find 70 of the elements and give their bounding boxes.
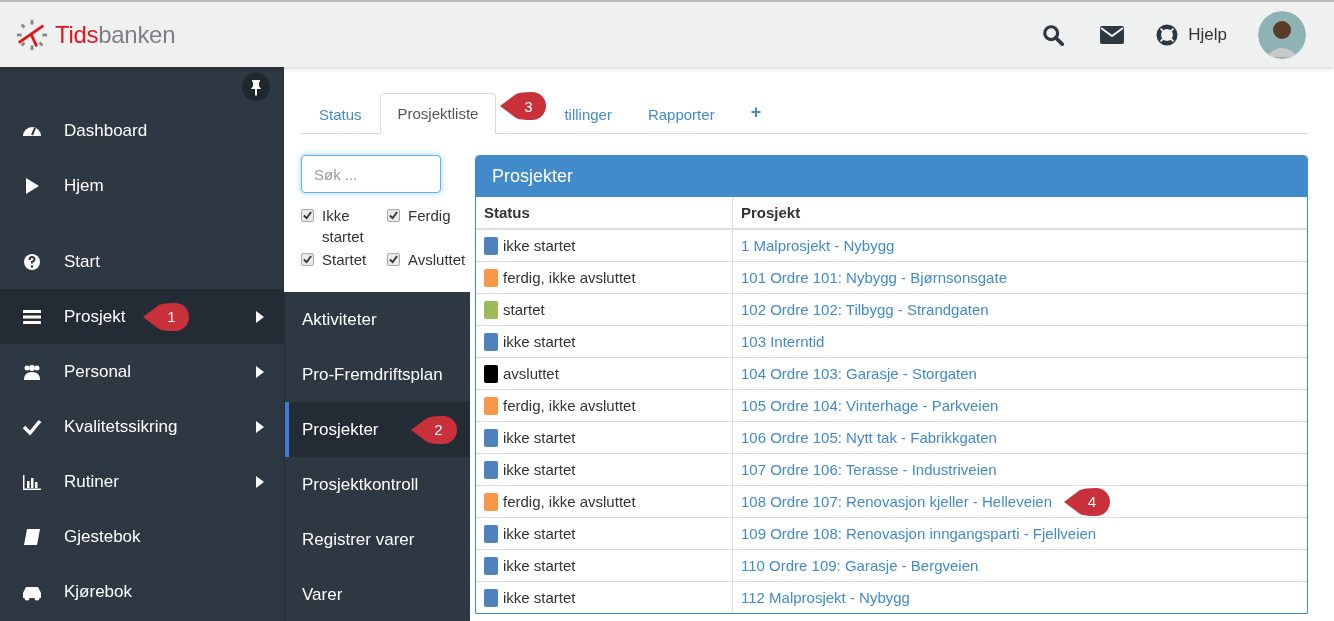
checkbox-label: Ferdig	[408, 206, 451, 226]
project-link[interactable]: 110 Ordre 109: Garasje - Bergveien	[741, 557, 979, 574]
callout-badge: 4	[1064, 487, 1110, 516]
status-text: ikke startet	[503, 461, 576, 478]
lifebuoy-icon	[1156, 23, 1179, 46]
submenu-item[interactable]: Aktiviteter	[285, 292, 470, 347]
status-text: ikke startet	[503, 429, 576, 446]
column-header: Prosjekt	[732, 197, 1307, 229]
tab[interactable]: Rapporter	[629, 94, 733, 134]
project-link[interactable]: 102 Ordre 102: Tilbygg - Strandgaten	[741, 301, 989, 318]
nav-item[interactable]: Kjørebok	[0, 564, 284, 619]
nav-item[interactable]: Personal	[0, 344, 284, 399]
status-text: ikke startet	[503, 589, 576, 606]
project-link[interactable]: 106 Ordre 105: Nytt tak - Fabrikkgaten	[741, 429, 997, 446]
pin-icon[interactable]	[242, 73, 270, 101]
nav-item[interactable]: Start	[0, 234, 284, 289]
nav-item[interactable]: Prosjekt 1	[0, 289, 284, 344]
nav-item[interactable]: Kvalitetssikring	[0, 399, 284, 454]
tab[interactable]: +	[732, 93, 780, 134]
project-link[interactable]: 105 Ordre 104: Vinterhage - Parkveien	[741, 397, 999, 414]
project-link[interactable]: 107 Ordre 106: Terasse - Industriveien	[741, 461, 997, 478]
callout-badge: 2	[410, 415, 457, 444]
callout-badge: 1	[143, 302, 190, 331]
status-text: ferdig, ikke avsluttet	[503, 493, 636, 510]
panel-title: Prosjekter	[476, 156, 1307, 197]
status-text: ferdig, ikke avsluttet	[503, 269, 636, 286]
callout-badge: 3	[500, 92, 547, 120]
checkbox-label: Ikke startet	[322, 206, 365, 247]
submenu-item[interactable]: Varer	[285, 567, 470, 621]
status-text: ikke startet	[503, 525, 576, 542]
tab[interactable]: Status	[301, 94, 380, 134]
project-link[interactable]: 104 Ordre 103: Garasje - Storgaten	[741, 365, 977, 382]
checkbox[interactable]	[301, 209, 314, 222]
status-text: ikke startet	[503, 557, 576, 574]
project-link[interactable]: 1 Malprosjekt - Nybygg	[741, 237, 895, 254]
clock-icon	[15, 17, 49, 52]
book-icon	[22, 526, 42, 547]
tab[interactable]: Prosjektliste	[379, 93, 497, 134]
checkbox-label: Startet	[322, 250, 368, 270]
submenu-item[interactable]: Prosjektkontroll	[285, 457, 470, 512]
checkbox-label: Avsluttet	[408, 250, 466, 270]
avatar[interactable]	[1258, 10, 1306, 59]
column-header: Status	[476, 197, 733, 229]
search-field[interactable]: Søk ...	[301, 155, 441, 193]
nav-item[interactable]: Dashboard	[0, 103, 284, 158]
submenu-item[interactable]: Pro-Fremdriftsplan	[285, 347, 470, 402]
checkbox[interactable]	[301, 253, 314, 266]
nav-item[interactable]: Gjestebok	[0, 509, 284, 564]
project-link[interactable]: 109 Ordre 108: Renovasjon inngangsparti - Fjellveien	[741, 525, 1097, 542]
status-text: startet	[503, 301, 545, 318]
checkbox[interactable]	[387, 253, 400, 266]
mail-icon[interactable]	[1100, 25, 1125, 44]
status-text: ikke startet	[503, 237, 576, 254]
search-icon[interactable]	[1042, 23, 1065, 46]
tab[interactable]: tillinger	[546, 94, 630, 134]
status-text: ferdig, ikke avsluttet	[503, 397, 636, 414]
submenu-item[interactable]: Registrer varer	[285, 512, 470, 567]
nav-item[interactable]: Rutiner	[0, 454, 284, 509]
project-link[interactable]: 112 Malprosjekt - Nybygg	[741, 589, 910, 606]
project-link[interactable]: 103 Interntid	[741, 333, 825, 350]
submenu-item[interactable]: Prosjekter 2	[285, 402, 470, 457]
checkbox[interactable]	[387, 209, 400, 222]
status-text: avsluttet	[503, 365, 559, 382]
nav-item[interactable]: Hjem	[0, 158, 284, 213]
status-text: ikke startet	[503, 333, 576, 350]
logo[interactable]: Tidsbanken	[15, 17, 176, 52]
project-link[interactable]: 101 Ordre 101: Nybygg - Bjørnsonsgate	[741, 269, 1007, 286]
help-link[interactable]: Hjelp	[1156, 23, 1227, 46]
help-icon	[22, 251, 42, 272]
project-link[interactable]: 108 Ordre 107: Renovasjon kjeller - Helleveien	[741, 493, 1052, 510]
